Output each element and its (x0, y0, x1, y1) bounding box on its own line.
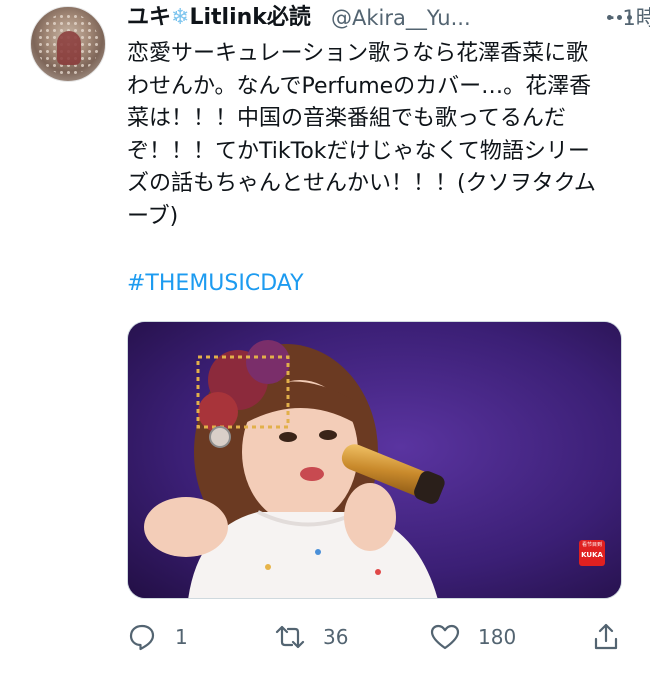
retweet-count: 36 (323, 625, 349, 649)
kuka-watermark: 看节目到 KUKA (579, 540, 605, 566)
hashtag-link[interactable]: #THEMUSICDAY (127, 270, 304, 298)
reply-icon (129, 624, 155, 651)
tweet-text-line: 菜は！！！中国の音楽番組でも歌ってるんだ (127, 106, 566, 131)
retweet-icon (275, 625, 305, 649)
reply-button[interactable]: 1 (127, 618, 188, 656)
tweet-text-line: ぞ！！！てかTikTokだけじゃなくて物語シリー (127, 138, 590, 164)
tweet-actions: 1 36 180 (127, 618, 622, 656)
display-name[interactable]: ユキ❄Litlink必読 (127, 4, 311, 32)
tweet-text: 恋愛サーキュレーション歌うなら花澤香菜に歌 わせんか。なんでPerfumeのカバ… (127, 38, 627, 233)
reply-count: 1 (175, 625, 188, 649)
like-button[interactable]: 180 (430, 618, 516, 656)
snowflake-icon: ❄ (171, 5, 190, 30)
photo-singer-with-microphone (128, 322, 621, 598)
share-button[interactable] (591, 618, 621, 656)
share-icon (594, 623, 618, 650)
kuka-watermark-bottom: KUKA (581, 551, 603, 559)
like-count: 180 (478, 625, 517, 649)
avatar-figure (57, 31, 81, 65)
tweet-text-line: ズの話もちゃんとせんかい！！！(クソヲタクム (127, 171, 596, 196)
tweet-text-line: ーブ) (127, 203, 179, 229)
tweet[interactable]: ユキ❄Litlink必読 @Akira__Yu... · 1時間 恋愛サーキュレ… (0, 0, 650, 673)
kuka-watermark-top: 看节目到 (581, 542, 602, 548)
heart-icon (430, 624, 460, 650)
tweet-media-photo[interactable]: 看节目到 KUKA (127, 321, 622, 599)
tweet-header: ユキ❄Litlink必読 @Akira__Yu... · 1時間 (127, 4, 650, 34)
more-options-icon[interactable] (603, 6, 637, 30)
display-name-suffix: Litlink必読 (189, 5, 311, 30)
user-avatar[interactable] (30, 6, 106, 82)
display-name-text: ユキ (127, 5, 172, 30)
tweet-text-line: わせんか。なんでPerfumeのカバー…。花澤香 (127, 73, 592, 99)
tweet-text-line: 恋愛サーキュレーション歌うなら花澤香菜に歌 (127, 41, 589, 66)
user-handle[interactable]: @Akira__Yu... (331, 4, 471, 32)
retweet-button[interactable]: 36 (275, 618, 348, 656)
